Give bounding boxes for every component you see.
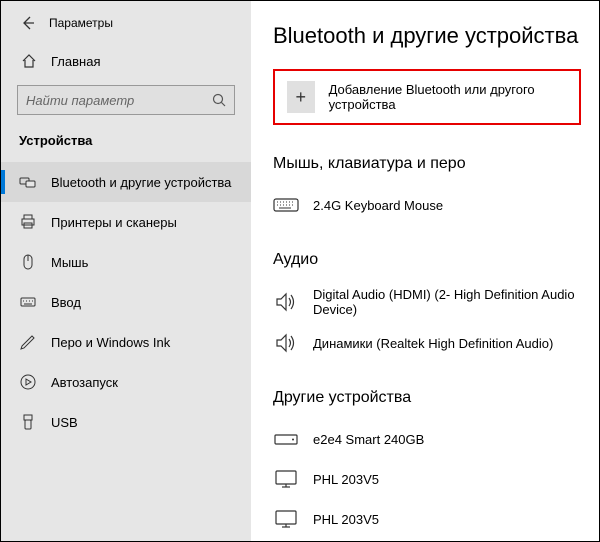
app-title: Параметры [49,16,113,30]
home-icon [21,53,37,69]
device-label: 2.4G Keyboard Mouse [313,198,443,213]
drive-icon [273,428,299,450]
back-button[interactable] [21,16,35,30]
page-title: Bluetooth и другие устройства [273,23,581,49]
device-row[interactable]: Digital Audio (HDMI) (2- High Definition… [273,281,581,323]
speaker-icon [273,332,299,354]
sidebar-item-pen[interactable]: Перо и Windows Ink [1,322,251,362]
settings-window: Параметры Главная Устройства Bluetooth и… [1,1,599,541]
sidebar-item-printers[interactable]: Принтеры и сканеры [1,202,251,242]
device-row[interactable]: PHL 203V5 [273,499,581,539]
home-button[interactable]: Главная [1,41,251,81]
sidebar-item-label: Перо и Windows Ink [51,335,170,350]
section-header: Мышь, клавиатура и перо [273,155,581,173]
search-box[interactable] [17,85,235,115]
content-pane: Bluetooth и другие устройства + Добавлен… [251,1,599,541]
bluetooth-devices-icon [19,173,37,191]
device-label: PHL 203V5 [313,512,379,527]
title-bar: Параметры [1,11,251,41]
section-header: Другие устройства [273,389,581,407]
sidebar: Параметры Главная Устройства Bluetooth и… [1,1,251,541]
device-row[interactable]: Динамики (Realtek High Definition Audio) [273,323,581,363]
home-label: Главная [51,54,100,69]
sidebar-section-title: Устройства [1,127,251,158]
mouse-icon [19,253,37,271]
device-label: Динамики (Realtek High Definition Audio) [313,336,553,351]
speaker-icon [273,291,299,313]
printer-icon [19,213,37,231]
sidebar-item-usb[interactable]: USB [1,402,251,442]
sidebar-item-label: USB [51,415,78,430]
back-arrow-icon [21,16,35,30]
monitor-icon [273,468,299,490]
sidebar-item-label: Принтеры и сканеры [51,215,177,230]
section-mouse-keyboard: Мышь, клавиатура и перо 2.4G Keyboard Mo… [273,155,581,225]
add-device-highlight: + Добавление Bluetooth или другого устро… [273,69,581,125]
sidebar-item-bluetooth[interactable]: Bluetooth и другие устройства [1,162,251,202]
search-input[interactable] [26,93,212,108]
keyboard-icon [19,293,37,311]
device-row[interactable]: 2.4G Keyboard Mouse [273,185,581,225]
sidebar-item-mouse[interactable]: Мышь [1,242,251,282]
pen-icon [19,333,37,351]
section-header: Аудио [273,251,581,269]
device-row[interactable]: PHL 203V5 [273,459,581,499]
sidebar-item-label: Ввод [51,295,81,310]
sidebar-nav: Bluetooth и другие устройства Принтеры и… [1,162,251,442]
device-label: Digital Audio (HDMI) (2- High Definition… [313,287,581,317]
section-other-devices: Другие устройства e2e4 Smart 240GB PHL 2… [273,389,581,539]
device-label: e2e4 Smart 240GB [313,432,424,447]
sidebar-item-label: Мышь [51,255,88,270]
usb-icon [19,413,37,431]
device-label: PHL 203V5 [313,472,379,487]
sidebar-item-label: Автозапуск [51,375,118,390]
section-audio: Аудио Digital Audio (HDMI) (2- High Defi… [273,251,581,363]
keyboard-device-icon [273,194,299,216]
sidebar-item-typing[interactable]: Ввод [1,282,251,322]
add-device-button[interactable]: + Добавление Bluetooth или другого устро… [279,75,575,119]
monitor-icon [273,508,299,530]
sidebar-item-label: Bluetooth и другие устройства [51,175,231,190]
device-row[interactable]: e2e4 Smart 240GB [273,419,581,459]
plus-icon: + [287,81,315,113]
add-device-label: Добавление Bluetooth или другого устройс… [329,82,567,112]
autoplay-icon [19,373,37,391]
sidebar-item-autoplay[interactable]: Автозапуск [1,362,251,402]
search-icon [212,93,226,107]
